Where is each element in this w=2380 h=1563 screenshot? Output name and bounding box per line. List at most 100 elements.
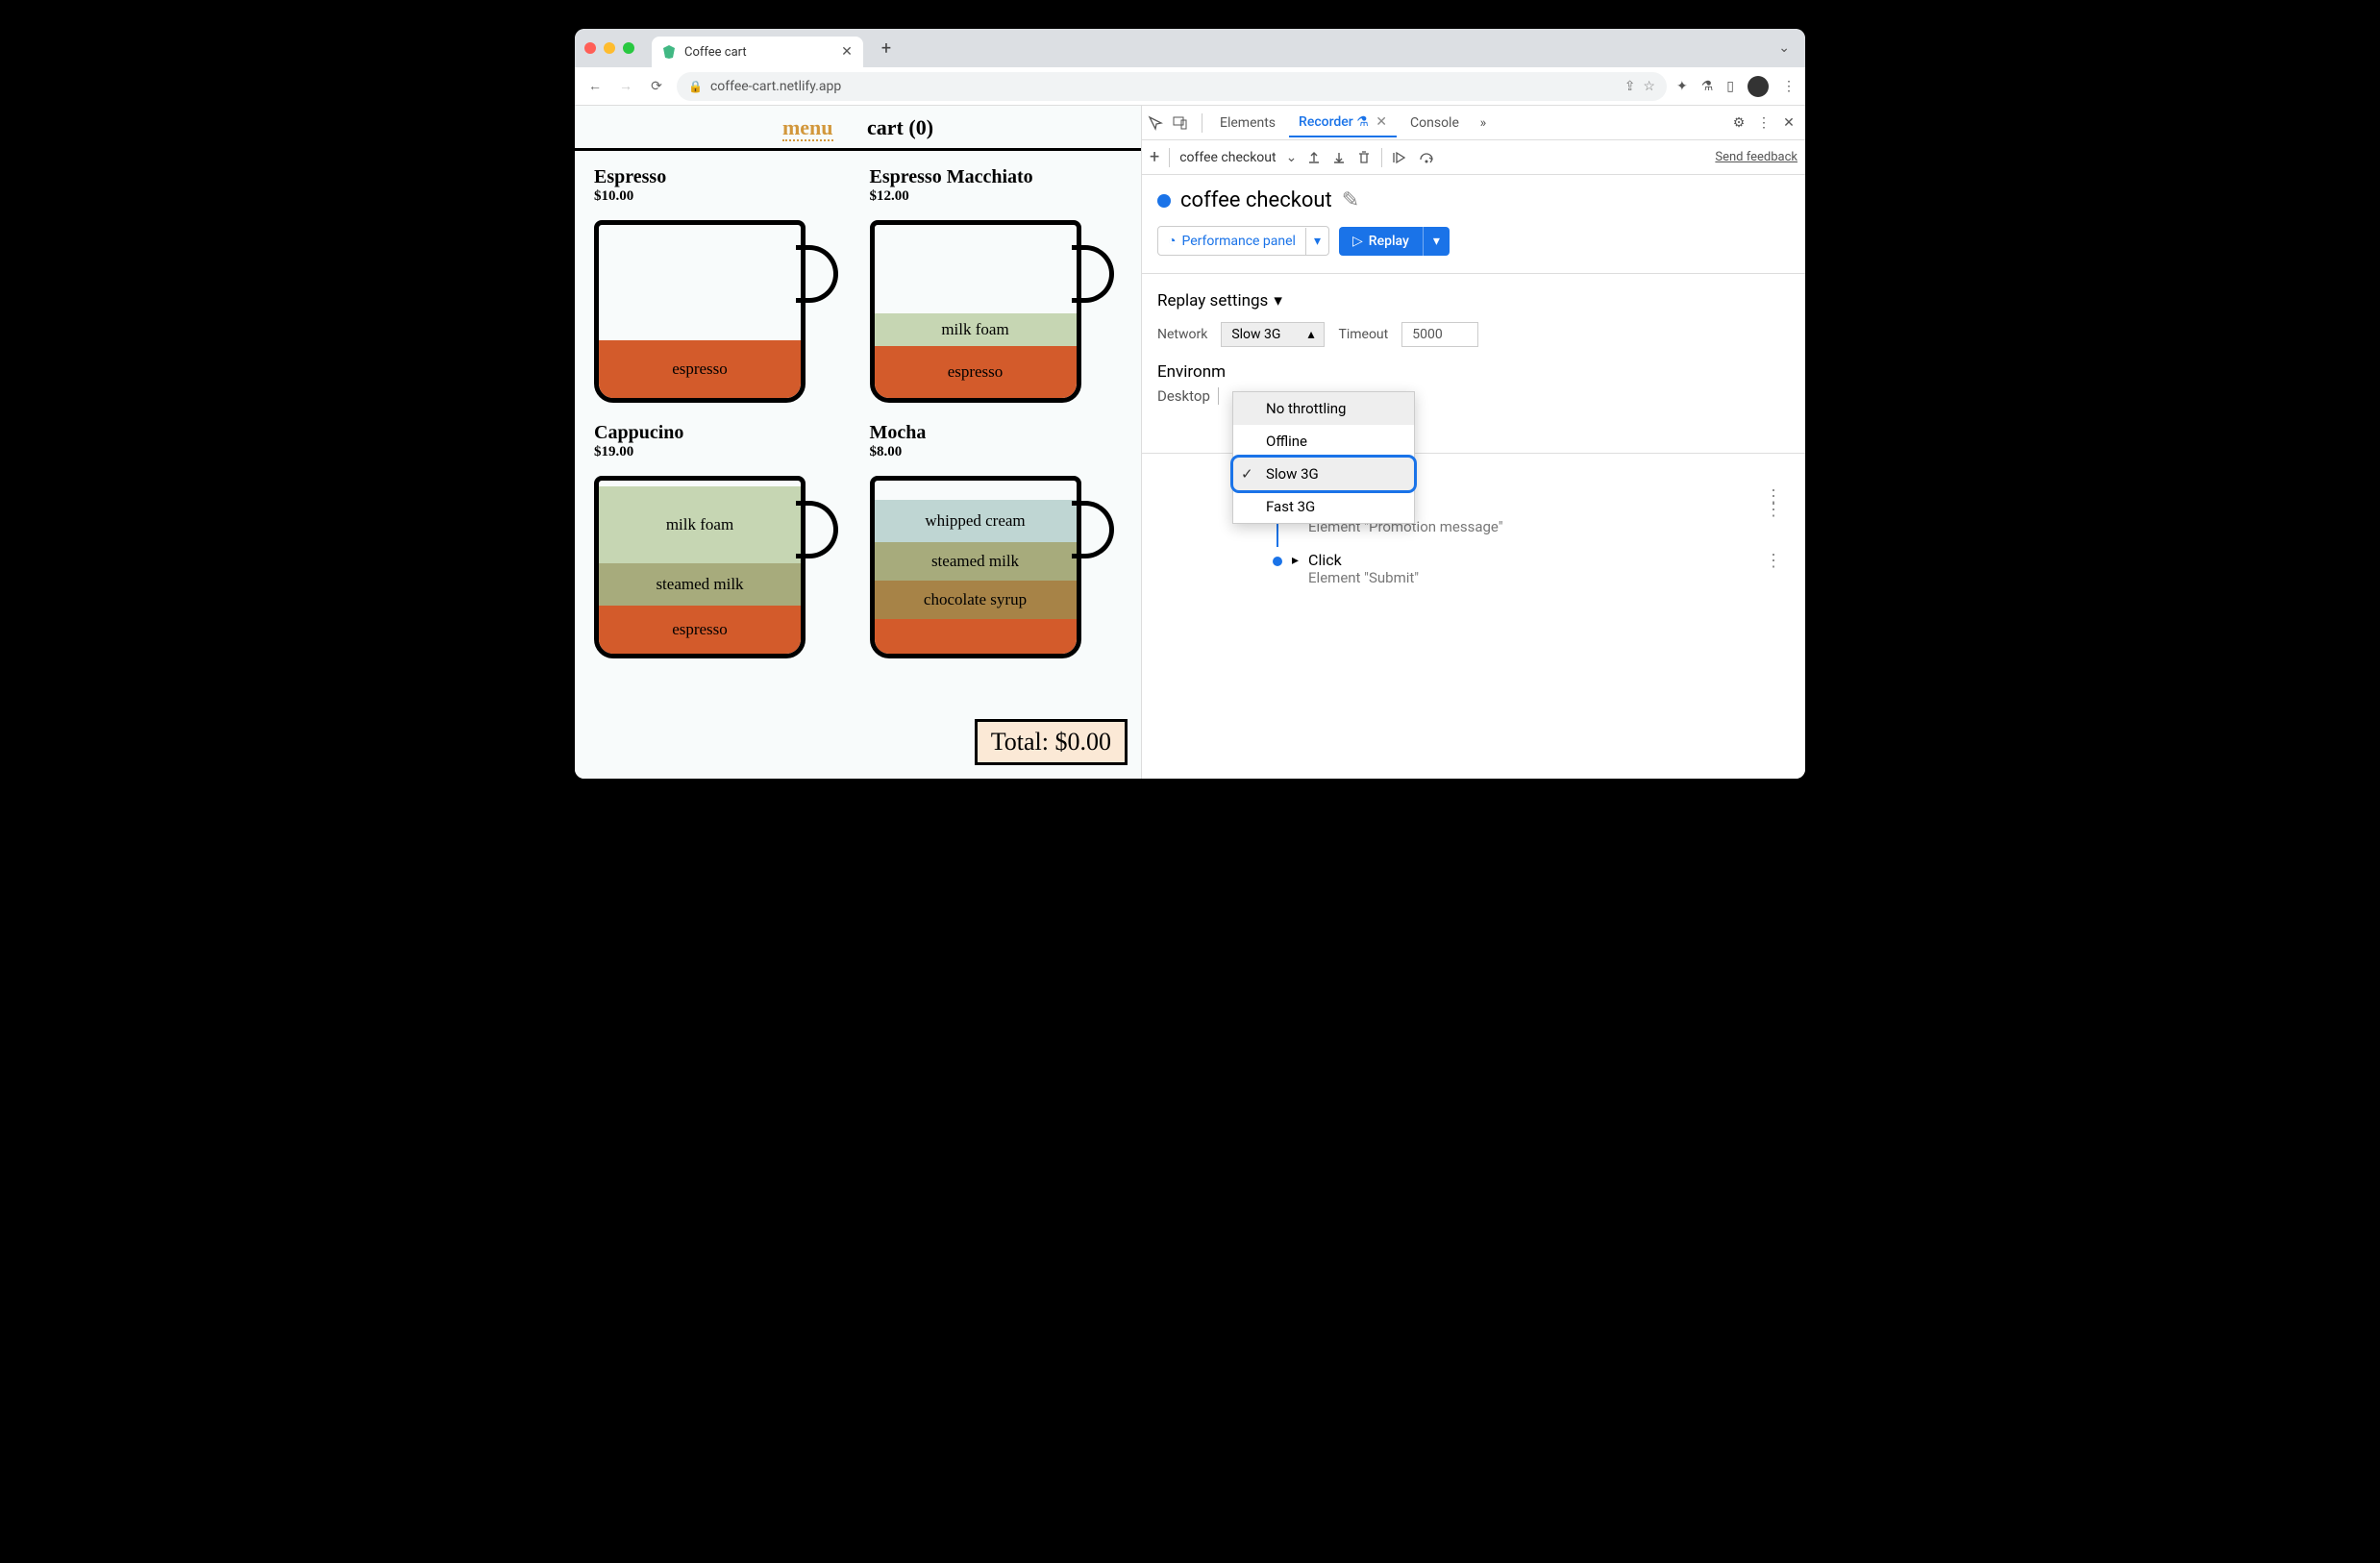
browser-tab[interactable]: Coffee cart ✕	[652, 37, 863, 67]
browser-window: Coffee cart ✕ + ⌄ ← → ⟳ 🔒 coffee-cart.ne…	[575, 29, 1805, 779]
cup-layer-steamedmilk: steamed milk	[875, 542, 1077, 581]
step-play-icon[interactable]	[1392, 150, 1409, 165]
cup-handle	[796, 501, 838, 558]
nav-menu-link[interactable]: menu	[782, 115, 833, 141]
chevron-down-icon[interactable]: ⌄	[1286, 150, 1298, 165]
tab-strip: Coffee cart ✕ + ⌄	[575, 29, 1805, 67]
side-panel-icon[interactable]: ▯	[1726, 79, 1734, 94]
cup-handle	[1072, 501, 1114, 558]
devtools-close-icon[interactable]: ✕	[1778, 115, 1799, 131]
step-dot	[1273, 557, 1282, 566]
edit-title-button[interactable]: ✎	[1342, 188, 1359, 212]
inspect-icon[interactable]	[1148, 115, 1169, 131]
product-card[interactable]: Espresso$10.00 espresso	[594, 166, 847, 403]
product-name: Espresso Macchiato	[870, 166, 1123, 188]
product-card[interactable]: Cappucino$19.00espressosteamed milkmilk …	[594, 422, 847, 658]
send-feedback-link[interactable]: Send feedback	[1715, 150, 1797, 164]
window-controls	[584, 42, 634, 54]
tab-close-icon[interactable]: ✕	[1376, 114, 1387, 130]
product-card[interactable]: Espresso Macchiato$12.00 espressomilk foa…	[870, 166, 1123, 403]
product-price: $12.00	[870, 188, 1123, 205]
tab-close-button[interactable]: ✕	[840, 44, 854, 60]
product-card[interactable]: Mocha$8.00 chocolate syrupsteamed milkwhi…	[870, 422, 1123, 658]
tabs-more-button[interactable]: »	[1473, 115, 1494, 131]
recorder-step[interactable]: ▸ClickElement "Submit"⋮	[1273, 543, 1790, 594]
cup-handle	[796, 245, 838, 303]
delete-icon[interactable]	[1356, 150, 1372, 165]
lock-icon: 🔒	[688, 80, 703, 93]
expand-arrow-icon[interactable]: ▸	[1292, 553, 1299, 568]
tabs-overflow-button[interactable]: ⌄	[1773, 40, 1796, 56]
tab-elements[interactable]: Elements	[1210, 110, 1285, 136]
coffee-cup[interactable]: espresso	[594, 211, 834, 403]
import-icon[interactable]	[1331, 150, 1347, 165]
product-name: Cappucino	[594, 422, 847, 444]
performance-panel-button[interactable]: ◔ Performance panel ▾	[1157, 226, 1329, 256]
url-input[interactable]: 🔒 coffee-cart.netlify.app ⇪ ☆	[677, 72, 1667, 101]
cup-layer-whipped: whipped cream	[875, 500, 1077, 542]
cup-handle	[1072, 245, 1114, 303]
window-maximize-button[interactable]	[623, 42, 634, 54]
network-dropdown: No throttling Offline ✓ Slow 3G Fast 3G	[1232, 391, 1415, 524]
window-close-button[interactable]	[584, 42, 596, 54]
back-button[interactable]: ←	[584, 78, 606, 94]
tab-title: Coffee cart	[684, 45, 832, 60]
add-recording-button[interactable]: +	[1150, 147, 1159, 167]
url-text: coffee-cart.netlify.app	[710, 79, 1617, 94]
caret-down-icon: ▾	[1274, 291, 1282, 310]
product-name: Espresso	[594, 166, 847, 188]
product-price: $10.00	[594, 188, 847, 205]
settings-icon[interactable]: ⚙	[1728, 115, 1749, 131]
replay-settings-toggle[interactable]: Replay settings ▾	[1157, 291, 1790, 310]
recording-selector[interactable]: coffee checkout	[1179, 150, 1276, 165]
dropdown-option-offline[interactable]: Offline	[1233, 425, 1414, 458]
coffee-cup[interactable]: espressosteamed milkmilk foam	[594, 466, 834, 658]
recording-title: coffee checkout	[1180, 188, 1332, 212]
cup-layer-milkfoam: milk foam	[599, 486, 801, 563]
new-tab-button[interactable]: +	[875, 38, 898, 59]
product-price: $8.00	[870, 444, 1123, 460]
dropdown-option-no-throttling[interactable]: No throttling	[1233, 392, 1414, 425]
step-menu-button[interactable]: ⋮	[1757, 551, 1790, 571]
replay-button[interactable]: ▷ Replay ▾	[1339, 227, 1450, 256]
network-select[interactable]: Slow 3G ▴	[1221, 322, 1325, 347]
address-bar: ← → ⟳ 🔒 coffee-cart.netlify.app ⇪ ☆ ✦ ⚗ …	[575, 67, 1805, 106]
tab-console[interactable]: Console	[1401, 110, 1469, 136]
dropdown-option-slow-3g[interactable]: ✓ Slow 3G	[1233, 458, 1414, 490]
extensions-icon[interactable]: ✦	[1676, 79, 1688, 94]
kebab-icon[interactable]: ⋮	[1753, 115, 1774, 131]
labs-icon[interactable]: ⚗	[1701, 79, 1714, 94]
coffee-cup[interactable]: espressomilk foam	[870, 211, 1110, 403]
flask-icon: ⚗	[1356, 114, 1369, 130]
favicon-icon	[661, 44, 677, 60]
play-icon: ▷	[1352, 234, 1363, 249]
export-icon[interactable]	[1306, 150, 1322, 165]
recording-status-dot	[1157, 194, 1171, 208]
product-name: Mocha	[870, 422, 1123, 444]
reload-button[interactable]: ⟳	[646, 79, 667, 94]
gauge-icon: ◔	[1168, 233, 1176, 249]
page-content: menu cart (0) Espresso$10.00espressoEspr…	[575, 106, 1142, 779]
dropdown-option-fast-3g[interactable]: Fast 3G	[1233, 490, 1414, 523]
replay-caret[interactable]: ▾	[1423, 227, 1450, 256]
forward-button[interactable]: →	[615, 78, 636, 94]
cup-layer-milkfoam: milk foam	[875, 313, 1077, 346]
step-title: Click	[1308, 551, 1748, 569]
devtools-panel: Elements Recorder ⚗ ✕ Console » ⚙ ⋮ ✕ + …	[1142, 106, 1805, 779]
coffee-cup[interactable]: chocolate syrupsteamed milkwhipped cream	[870, 466, 1110, 658]
step-menu-button[interactable]: ⋮	[1757, 500, 1790, 520]
tab-recorder[interactable]: Recorder ⚗ ✕	[1289, 109, 1397, 137]
browser-menu-button[interactable]: ⋮	[1782, 79, 1796, 94]
bookmark-icon[interactable]: ☆	[1643, 79, 1655, 94]
timeout-input[interactable]: 5000	[1401, 322, 1478, 347]
performance-panel-caret[interactable]: ▾	[1305, 228, 1328, 255]
nav-cart-link[interactable]: cart (0)	[867, 115, 933, 139]
cart-total[interactable]: Total: $0.00	[975, 719, 1128, 765]
profile-button[interactable]	[1748, 76, 1769, 97]
step-over-icon[interactable]	[1419, 150, 1436, 165]
check-icon: ✓	[1241, 465, 1253, 483]
device-toggle-icon[interactable]	[1173, 115, 1194, 131]
share-icon[interactable]: ⇪	[1624, 79, 1636, 94]
cup-layer-espresso: espresso	[875, 346, 1077, 398]
window-minimize-button[interactable]	[604, 42, 615, 54]
